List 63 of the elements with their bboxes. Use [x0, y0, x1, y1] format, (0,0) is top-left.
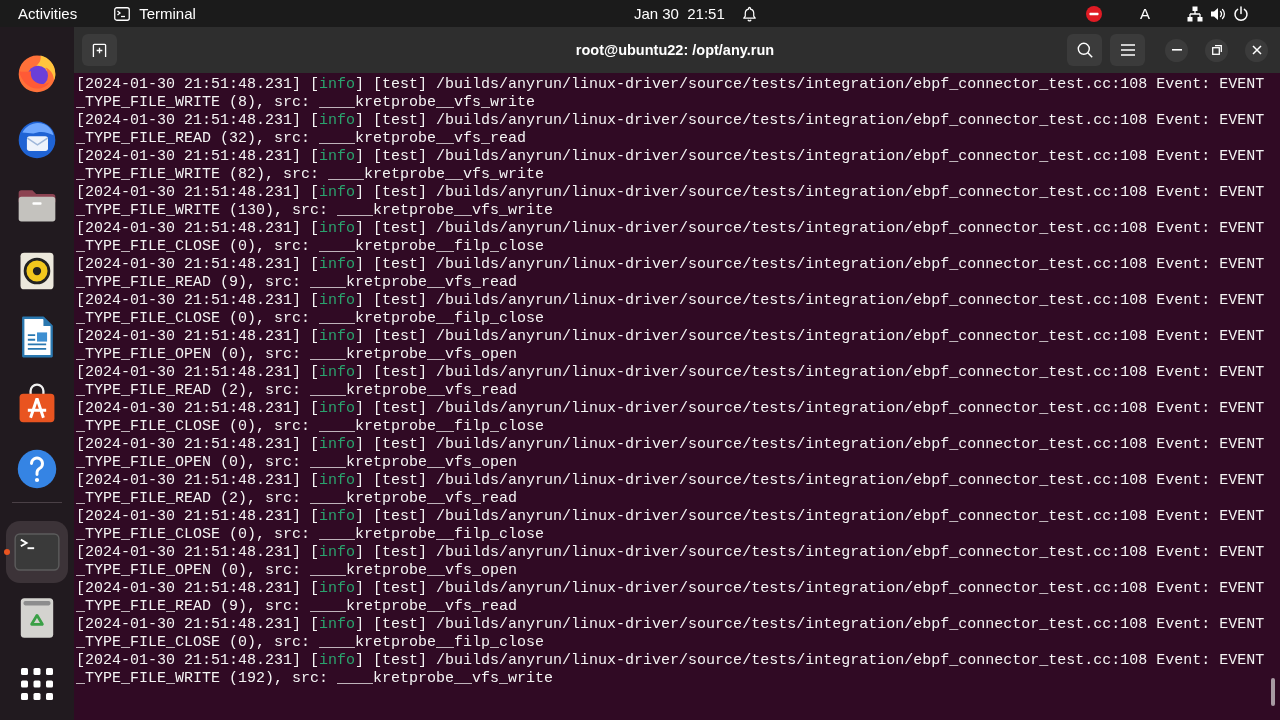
window-title: root@ubuntu22: /opt/any.run: [575, 42, 775, 58]
network-icon: [1187, 5, 1203, 22]
clock-button[interactable]: Jan 30 21:51: [633, 5, 757, 22]
log-line: _TYPE_FILE_CLOSE (0), src: ____kretprobe__filp_close: [76, 526, 545, 544]
power-icon: [1233, 5, 1249, 22]
log-line: _TYPE_FILE_CLOSE (0), src: ____kretprobe__filp_close: [76, 418, 545, 436]
new-tab-button[interactable]: [82, 34, 117, 66]
log-line: [2024-01-30 21:51:48.231] [info] [test] /builds/anyrun/linux-driver/source/tests/integration/ebpf_connector_test.cc:108 Event: EVENT: [76, 292, 1265, 310]
bell-icon: [741, 5, 757, 22]
minimize-button[interactable]: [1165, 38, 1188, 62]
log-line: _TYPE_FILE_READ (2), src: ____kretprobe__vfs_read: [76, 490, 518, 508]
question-mark-icon: [15, 447, 59, 491]
log-line: _TYPE_FILE_OPEN (0), src: ____kretprobe__vfs_open: [76, 346, 518, 364]
log-line: _TYPE_FILE_WRITE (192), src: ____kretprobe__vfs_write: [76, 670, 554, 688]
restore-icon: [1211, 45, 1222, 55]
log-line: [2024-01-30 21:51:48.231] [info] [test] /builds/anyrun/linux-driver/source/tests/integration/ebpf_connector_test.cc:108 Event: EVENT: [76, 184, 1265, 202]
log-line: _TYPE_FILE_OPEN (0), src: ____kretprobe__vfs_open: [76, 454, 518, 472]
log-line: _TYPE_FILE_WRITE (8), src: ____kretprobe__vfs_write: [76, 94, 536, 112]
log-line: [2024-01-30 21:51:48.231] [info] [test] /builds/anyrun/linux-driver/source/tests/integration/ebpf_connector_test.cc:108 Event: EVENT: [76, 472, 1265, 490]
log-line: _TYPE_FILE_READ (9), src: ____kretprobe__vfs_read: [76, 274, 518, 292]
minimize-icon: [1171, 49, 1182, 51]
log-line: [2024-01-30 21:51:48.231] [info] [test] /builds/anyrun/linux-driver/source/tests/integration/ebpf_connector_test.cc:108 Event: EVENT: [76, 616, 1265, 634]
recycle-bin-icon: [19, 596, 55, 640]
log-line: [2024-01-30 21:51:48.231] [info] [test] /builds/anyrun/linux-driver/source/tests/integration/ebpf_connector_test.cc:108 Event: EVENT: [76, 112, 1265, 130]
log-line: [2024-01-30 21:51:48.231] [info] [test] /builds/anyrun/linux-driver/source/tests/integration/ebpf_connector_test.cc:108 Event: EVENT: [76, 544, 1265, 562]
log-line: _TYPE_FILE_CLOSE (0), src: ____kretprobe__filp_close: [76, 238, 545, 256]
scrollbar-thumb[interactable]: [1271, 678, 1275, 706]
search-button[interactable]: [1067, 34, 1102, 66]
restore-button[interactable]: [1205, 38, 1228, 62]
log-line: [2024-01-30 21:51:48.231] [info] [test] /builds/anyrun/linux-driver/source/tests/integration/ebpf_connector_test.cc:108 Event: EVENT: [76, 148, 1265, 166]
log-line: _TYPE_FILE_READ (2), src: ____kretprobe__vfs_read: [76, 382, 518, 400]
system-menu-button[interactable]: [1187, 5, 1249, 22]
terminal-icon: [114, 6, 131, 21]
terminal-icon: [14, 533, 60, 571]
app-grid-icon: [21, 668, 53, 700]
log-line: _TYPE_FILE_CLOSE (0), src: ____kretprobe__filp_close: [76, 634, 545, 652]
log-line: [2024-01-30 21:51:48.231] [info] [test] /builds/anyrun/linux-driver/source/tests/integration/ebpf_connector_test.cc:108 Event: EVENT: [76, 508, 1265, 526]
log-line: [2024-01-30 21:51:48.231] [info] [test] /builds/anyrun/linux-driver/source/tests/integration/ebpf_connector_test.cc:108 Event: EVENT: [76, 220, 1265, 238]
close-icon: [1251, 45, 1262, 55]
log-line: [2024-01-30 21:51:48.231] [info] [test] /builds/anyrun/linux-driver/source/tests/integration/ebpf_connector_test.cc:108 Event: EVENT: [76, 76, 1265, 94]
activities-button[interactable]: Activities: [18, 6, 78, 21]
log-line: _TYPE_FILE_CLOSE (0), src: ____kretprobe__filp_close: [76, 310, 545, 328]
input-source-button[interactable]: A: [1140, 6, 1150, 21]
app-menu-button[interactable]: Terminal: [114, 6, 196, 21]
log-line: _TYPE_FILE_READ (32), src: ____kretprobe__vfs_read: [76, 130, 527, 148]
menu-icon: [1120, 44, 1135, 56]
log-line: _TYPE_FILE_READ (9), src: ____kretprobe__vfs_read: [76, 598, 518, 616]
log-line: [2024-01-30 21:51:48.231] [info] [test] /builds/anyrun/linux-driver/source/tests/integration/ebpf_connector_test.cc:108 Event: EVENT: [76, 364, 1265, 382]
log-line: _TYPE_FILE_OPEN (0), src: ____kretprobe__vfs_open: [76, 562, 518, 580]
new-tab-icon: [92, 42, 107, 58]
log-line: [2024-01-30 21:51:48.231] [info] [test] /builds/anyrun/linux-driver/source/tests/integration/ebpf_connector_test.cc:108 Event: EVENT: [76, 400, 1265, 418]
log-line: [2024-01-30 21:51:48.231] [info] [test] /builds/anyrun/linux-driver/source/tests/integration/ebpf_connector_test.cc:108 Event: EVENT: [76, 652, 1265, 670]
log-line: _TYPE_FILE_WRITE (82), src: ____kretprobe__vfs_write: [76, 166, 545, 184]
search-icon: [1076, 42, 1093, 58]
log-line: [2024-01-30 21:51:48.231] [info] [test] /builds/anyrun/linux-driver/source/tests/integration/ebpf_connector_test.cc:108 Event: EVENT: [76, 328, 1265, 346]
log-line: [2024-01-30 21:51:48.231] [info] [test] /builds/anyrun/linux-driver/source/tests/integration/ebpf_connector_test.cc:108 Event: EVENT: [76, 256, 1265, 274]
volume-icon: [1210, 5, 1226, 22]
log-line: [2024-01-30 21:51:48.231] [info] [test] /builds/anyrun/linux-driver/source/tests/integration/ebpf_connector_test.cc:108 Event: EVENT: [76, 580, 1265, 598]
log-line: _TYPE_FILE_WRITE (130), src: ____kretprobe__vfs_write: [76, 202, 554, 220]
menu-button[interactable]: [1110, 34, 1145, 66]
log-line: [2024-01-30 21:51:48.231] [info] [test] /builds/anyrun/linux-driver/source/tests/integration/ebpf_connector_test.cc:108 Event: EVENT: [76, 436, 1265, 454]
close-button[interactable]: [1245, 38, 1268, 62]
do-not-disturb-icon[interactable]: [1086, 5, 1102, 22]
